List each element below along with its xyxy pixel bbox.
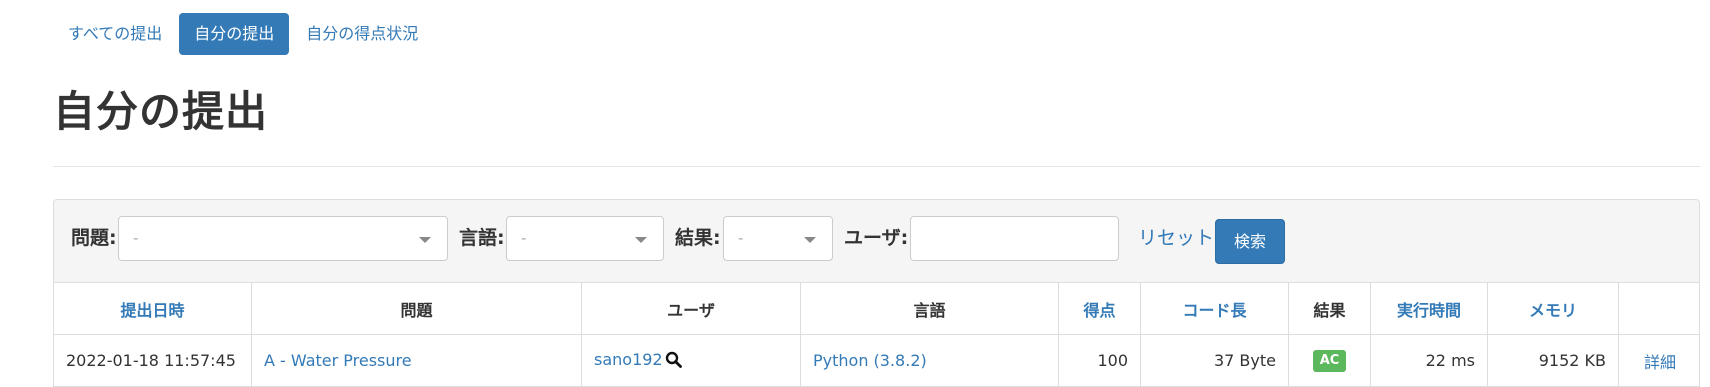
header-submit-time[interactable]: 提出日時 [54, 282, 252, 335]
reset-link[interactable]: リセット [1138, 224, 1214, 252]
title-divider [53, 166, 1700, 167]
user-link[interactable]: sano192 [594, 350, 663, 369]
table-header-row: 提出日時 問題 ユーザ 言語 得点 コード長 結果 実行時間 メモリ [54, 282, 1699, 335]
problem-filter-label: 問題: [71, 227, 117, 249]
search-icon[interactable] [665, 351, 682, 372]
language-filter-select[interactable]: - [506, 216, 664, 261]
result-filter-select[interactable]: - [723, 216, 833, 261]
header-score[interactable]: 得点 [1058, 282, 1141, 335]
cell-score: 100 [1058, 334, 1141, 387]
header-result: 結果 [1288, 282, 1371, 335]
detail-link[interactable]: 詳細 [1644, 353, 1676, 372]
cell-code-length: 37 Byte [1140, 334, 1289, 387]
language-link[interactable]: Python (3.8.2) [813, 351, 927, 370]
cell-detail: 詳細 [1618, 334, 1699, 387]
header-memory[interactable]: メモリ [1487, 282, 1619, 335]
chevron-down-icon [804, 237, 816, 243]
search-button[interactable]: 検索 [1215, 219, 1285, 264]
cell-memory: 9152 KB [1487, 334, 1619, 387]
tab-my-score-status[interactable]: 自分の得点状況 [291, 13, 433, 55]
chevron-down-icon [419, 237, 431, 243]
cell-problem: A - Water Pressure [251, 334, 582, 387]
cell-exec-time: 22 ms [1370, 334, 1488, 387]
header-code-length[interactable]: コード長 [1140, 282, 1289, 335]
cell-language: Python (3.8.2) [800, 334, 1059, 387]
submissions-table: 提出日時 問題 ユーザ 言語 得点 コード長 結果 実行時間 メモリ 2022-… [54, 282, 1699, 387]
header-detail [1618, 282, 1699, 335]
tab-my-submissions[interactable]: 自分の提出 [179, 13, 290, 55]
problem-filter-select[interactable]: - [118, 216, 448, 261]
submissions-panel: 問題: - 言語: - 結果: - ユーザ: リセット 検索 提出日時 問題 ユ… [53, 199, 1700, 387]
submissions-page: すべての提出 自分の提出 自分の得点状況 自分の提出 問題: - 言語: - 結… [0, 0, 1710, 387]
tab-all-submissions[interactable]: すべての提出 [53, 13, 177, 55]
filter-bar: 問題: - 言語: - 結果: - ユーザ: リセット 検索 [54, 200, 1699, 282]
problem-filter-value: - [133, 229, 139, 247]
header-language: 言語 [800, 282, 1059, 335]
chevron-down-icon [635, 237, 647, 243]
cell-user: sano192 [581, 334, 801, 387]
result-filter-value: - [738, 229, 744, 247]
user-filter-input[interactable] [910, 216, 1119, 261]
table-row: 2022-01-18 11:57:45 A - Water Pressure s… [54, 334, 1699, 387]
language-filter-value: - [521, 229, 527, 247]
cell-result: AC [1288, 334, 1371, 387]
header-exec-time[interactable]: 実行時間 [1370, 282, 1488, 335]
result-filter-label: 結果: [675, 227, 721, 249]
cell-submit-time: 2022-01-18 11:57:45 [54, 334, 252, 387]
user-filter-label: ユーザ: [844, 227, 909, 249]
header-problem: 問題 [251, 282, 582, 335]
problem-link[interactable]: A - Water Pressure [264, 351, 412, 370]
status-badge: AC [1312, 350, 1347, 372]
page-title: 自分の提出 [53, 87, 269, 136]
language-filter-label: 言語: [459, 227, 505, 249]
header-user: ユーザ [581, 282, 801, 335]
submission-tabs: すべての提出 自分の提出 自分の得点状況 [53, 13, 435, 55]
